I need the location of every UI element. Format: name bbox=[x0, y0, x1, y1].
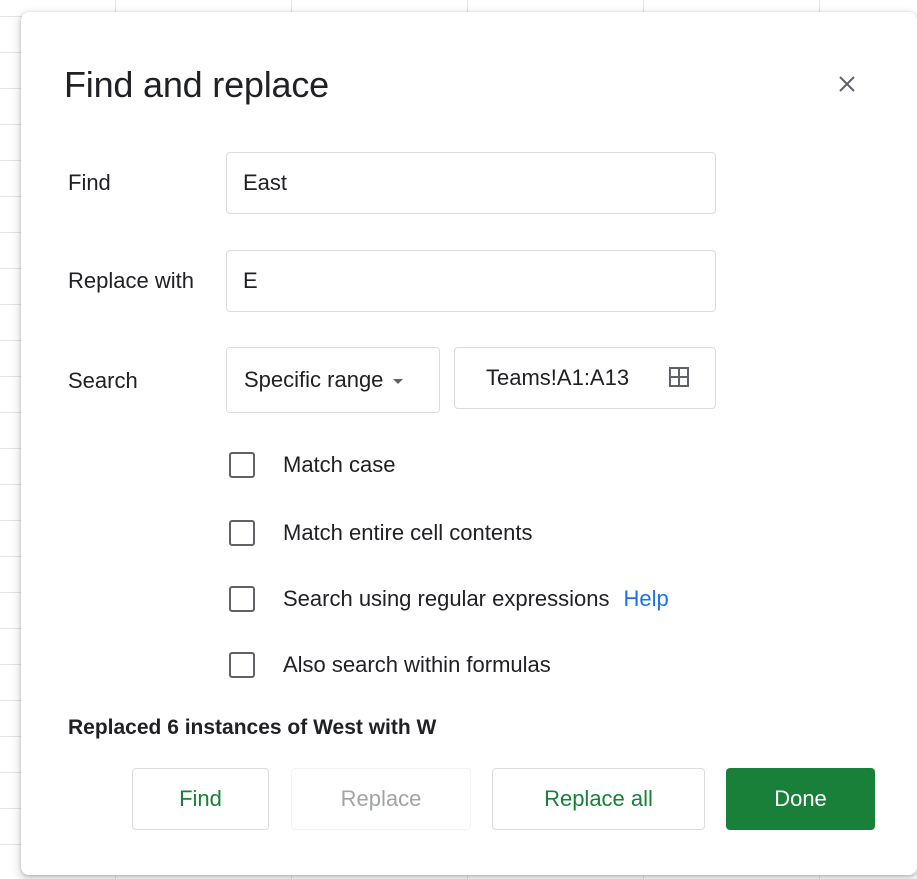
range-input[interactable]: Teams!A1:A13 bbox=[454, 347, 716, 409]
option-match-entire-cell[interactable]: Match entire cell contents bbox=[229, 520, 532, 546]
range-value: Teams!A1:A13 bbox=[486, 365, 630, 390]
search-label: Search bbox=[68, 368, 138, 393]
search-formulas-label: Also search within formulas bbox=[283, 652, 551, 677]
dialog-title: Find and replace bbox=[64, 64, 329, 105]
option-search-formulas[interactable]: Also search within formulas bbox=[229, 652, 551, 678]
replace-all-button[interactable]: Replace all bbox=[492, 768, 705, 830]
grid-select-icon[interactable] bbox=[668, 366, 690, 388]
regex-label: Search using regular expressions bbox=[283, 586, 610, 611]
help-link[interactable]: Help bbox=[624, 586, 669, 612]
find-label: Find bbox=[68, 170, 111, 195]
regex-checkbox[interactable] bbox=[229, 586, 255, 612]
match-case-checkbox[interactable] bbox=[229, 452, 255, 478]
search-formulas-checkbox[interactable] bbox=[229, 652, 255, 678]
find-input[interactable]: East bbox=[226, 152, 716, 214]
replace-label: Replace with bbox=[68, 268, 194, 293]
match-case-label: Match case bbox=[283, 452, 396, 477]
option-regex[interactable]: Search using regular expressions Help bbox=[229, 586, 669, 612]
close-icon bbox=[839, 76, 855, 92]
option-match-case[interactable]: Match case bbox=[229, 452, 396, 478]
done-button[interactable]: Done bbox=[726, 768, 875, 830]
match-entire-cell-checkbox[interactable] bbox=[229, 520, 255, 546]
find-replace-dialog: Find and replace Find East Replace with … bbox=[21, 12, 917, 875]
match-entire-cell-label: Match entire cell contents bbox=[283, 520, 533, 545]
close-button[interactable] bbox=[831, 68, 863, 100]
status-message: Replaced 6 instances of West with W bbox=[68, 716, 437, 739]
find-button[interactable]: Find bbox=[132, 768, 269, 830]
search-scope-value: Specific range bbox=[244, 367, 384, 392]
search-scope-dropdown[interactable]: Specific range bbox=[226, 347, 440, 413]
replace-input[interactable]: E bbox=[226, 250, 716, 312]
replace-button[interactable]: Replace bbox=[291, 768, 471, 830]
chevron-down-icon bbox=[393, 378, 404, 384]
